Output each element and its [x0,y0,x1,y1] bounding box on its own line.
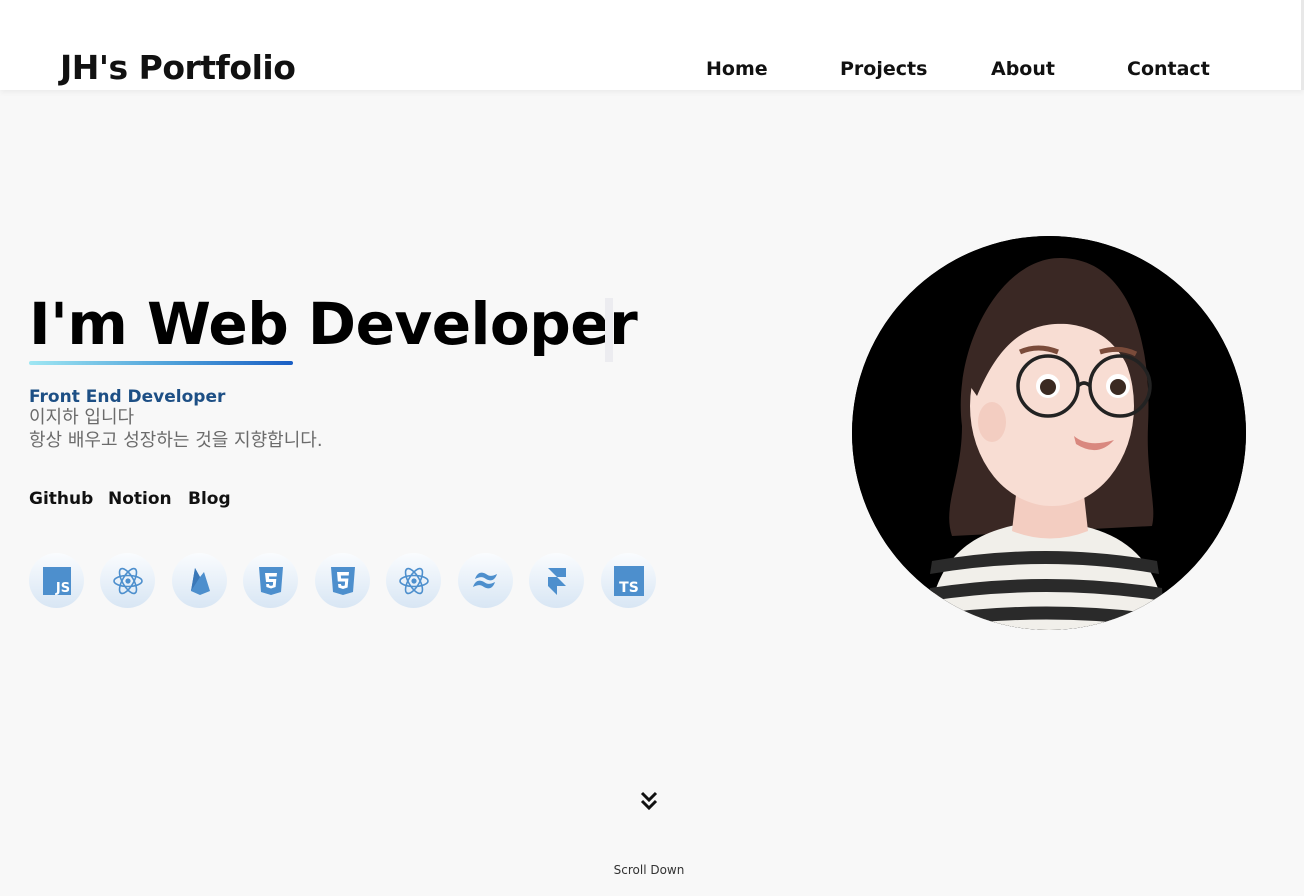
javascript-icon: JS [29,553,84,608]
svg-text:TS: TS [619,580,639,596]
react-icon [100,553,155,608]
nav-contact-link[interactable]: Contact [1127,57,1210,81]
firebase-icon [172,553,227,608]
css3-icon [243,553,298,608]
notion-link[interactable]: Notion [108,488,172,510]
tailwind-icon [458,553,513,608]
chevron-double-down-icon[interactable] [638,789,660,813]
nav-home-link[interactable]: Home [706,57,768,81]
html5-icon [315,553,370,608]
role-text: Front End Developer [29,387,226,407]
nav-about-link[interactable]: About [991,57,1055,81]
nav-projects-link[interactable]: Projects [840,57,927,81]
react-icon [386,553,441,608]
framer-icon [529,553,584,608]
typescript-icon: TS [601,553,656,608]
profile-avatar [852,236,1246,630]
intro-name-text: 이지하 입니다 [29,407,135,428]
hero-title: I'm Web Developer [29,290,638,358]
github-link[interactable]: Github [29,488,93,510]
title-underline [29,361,293,365]
intro-motto-text: 항상 배우고 성장하는 것을 지향합니다. [29,430,323,451]
social-links: Github Notion Blog [29,488,289,512]
typing-cursor [605,298,613,362]
scroll-down-label[interactable]: Scroll Down [0,862,1298,878]
svg-text:JS: JS [54,581,69,596]
main-nav: Home Projects About Contact [0,57,1304,83]
site-header: JH's Portfolio Home Projects About Conta… [0,0,1304,90]
blog-link[interactable]: Blog [188,488,231,510]
